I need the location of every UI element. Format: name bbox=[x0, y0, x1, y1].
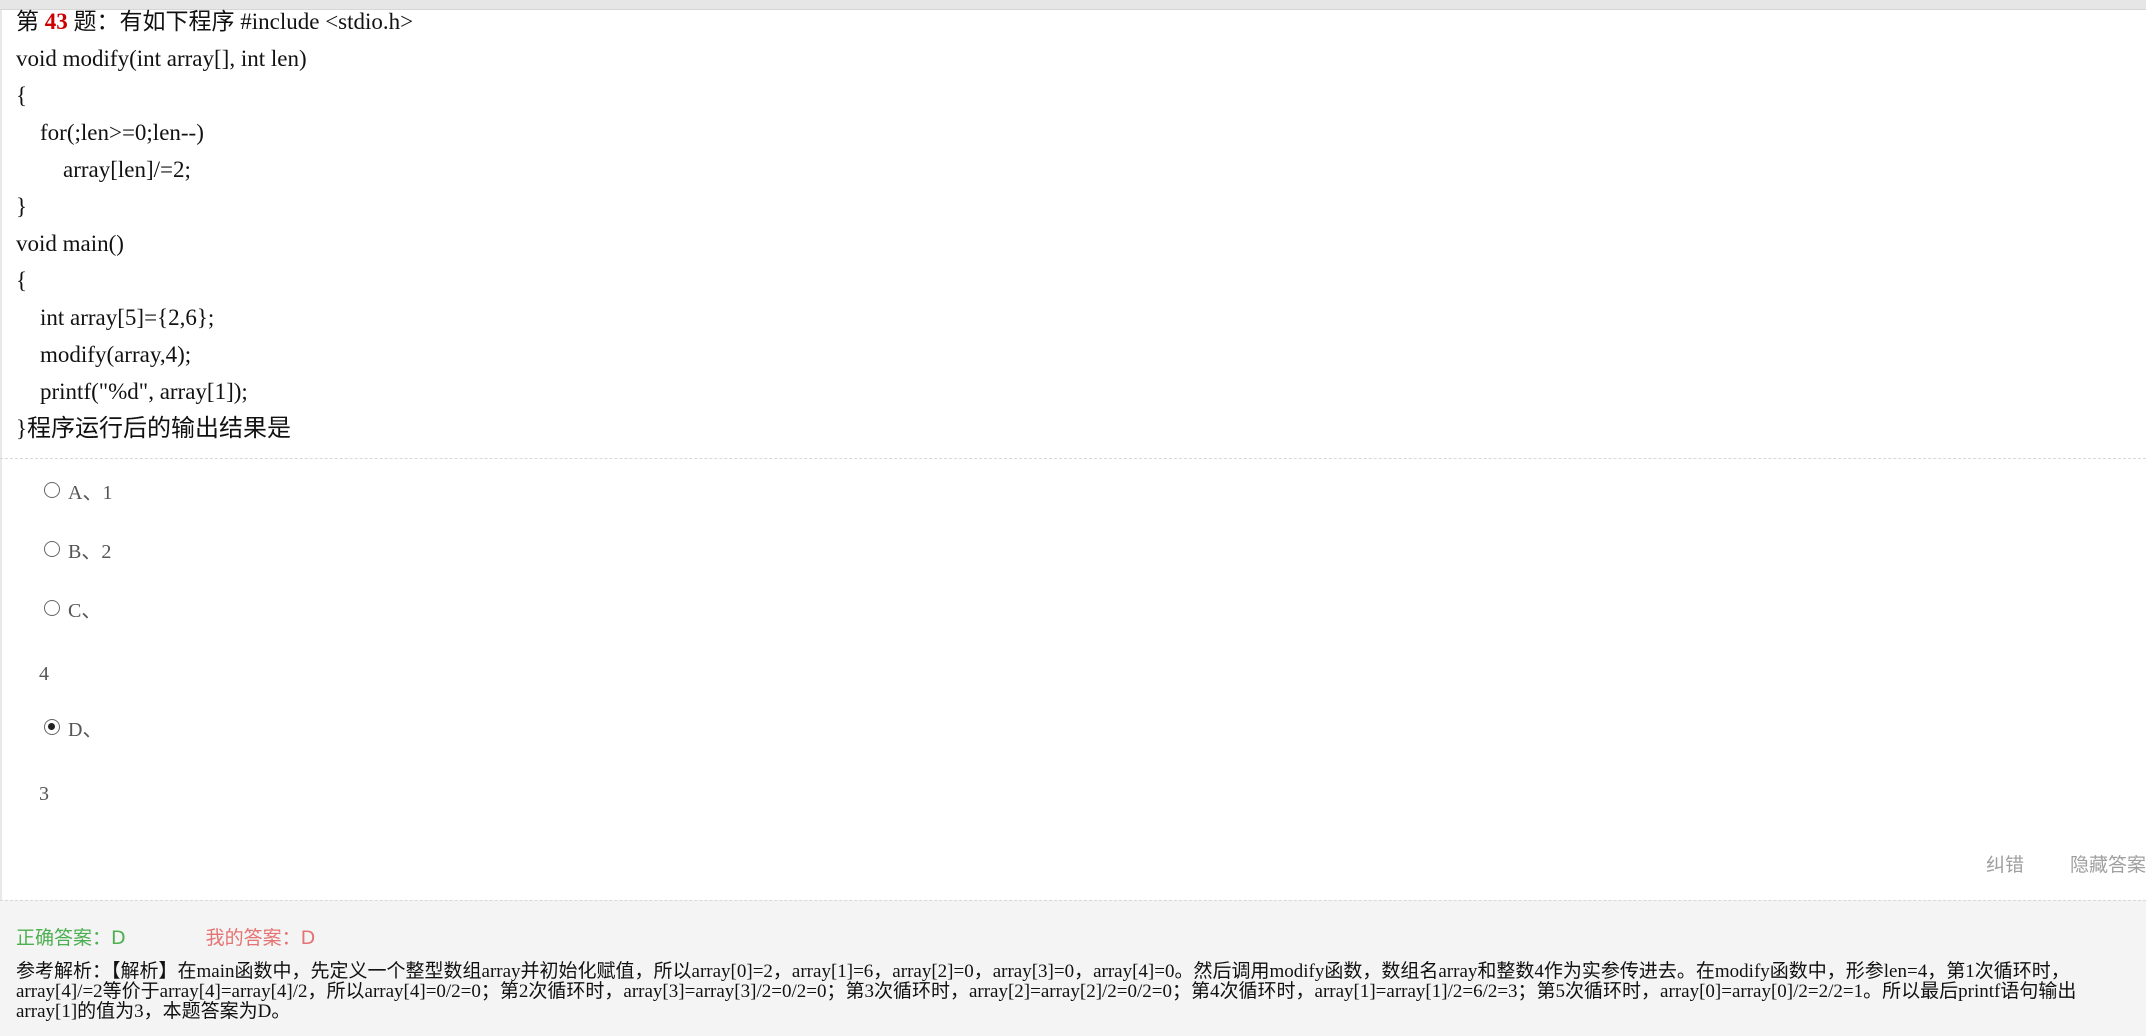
radio-button-b[interactable] bbox=[44, 541, 60, 557]
question-title: 第 43 题：有如下程序 #include <stdio.h> bbox=[16, 3, 2126, 40]
question-intro: 题：有如下程序 #include <stdio.h> bbox=[73, 9, 414, 34]
code-line: array[len]/=2; bbox=[63, 157, 191, 182]
question-prefix: 第 bbox=[16, 9, 39, 34]
answer-panel: 正确答案：D 我的答案：D 参考解析：【解析】在main函数中，先定义一个整型数… bbox=[0, 900, 2146, 1036]
analysis-label: 参考解析： bbox=[16, 960, 112, 982]
code-line: { bbox=[16, 83, 28, 108]
code-line: void modify(int array[], int len) bbox=[16, 46, 307, 71]
code-block: void modify(int array[], int len) { for(;l… bbox=[16, 40, 2126, 410]
code-line: printf("%d", array[1]); bbox=[40, 379, 248, 404]
option-a-label: A、1 bbox=[68, 481, 113, 504]
correct-answer: 正确答案：D bbox=[16, 927, 126, 949]
code-line: { bbox=[16, 268, 28, 293]
radio-button-d-selected[interactable] bbox=[44, 719, 60, 735]
question-stem: 第 43 题：有如下程序 #include <stdio.h> void mod… bbox=[16, 3, 2126, 447]
question-stem-end: }程序运行后的输出结果是 bbox=[16, 410, 2126, 447]
code-line: modify(array,4); bbox=[40, 342, 192, 367]
code-line: for(;len>=0;len--) bbox=[40, 120, 204, 145]
option-c-content: 4 bbox=[39, 663, 49, 685]
code-line: int array[5]={2,6}; bbox=[40, 305, 215, 330]
my-answer: 我的答案：D bbox=[205, 927, 316, 949]
report-error-link[interactable]: 纠错 bbox=[1986, 850, 2024, 877]
hide-answer-link[interactable]: 隐藏答案 bbox=[2070, 850, 2146, 877]
option-c[interactable]: C、 bbox=[44, 593, 101, 623]
option-d-content: 3 bbox=[39, 783, 49, 805]
left-border bbox=[0, 10, 2, 1036]
option-b[interactable]: B、2 bbox=[44, 534, 111, 564]
option-a[interactable]: A、1 bbox=[44, 475, 112, 505]
radio-button-a[interactable] bbox=[44, 482, 60, 498]
answer-actions: 纠错 隐藏答案 bbox=[1940, 850, 2146, 877]
radio-button-c[interactable] bbox=[44, 600, 60, 616]
page: 第 43 题：有如下程序 #include <stdio.h> void mod… bbox=[0, 0, 2146, 1036]
option-d-label: D、 bbox=[68, 718, 103, 741]
code-line: } bbox=[16, 194, 28, 219]
answer-analysis: 参考解析：【解析】在main函数中，先定义一个整型数组array并初始化赋值，所… bbox=[16, 961, 2134, 1022]
stem-divider bbox=[0, 458, 2146, 459]
code-line: void main() bbox=[16, 231, 124, 256]
option-b-label: B、2 bbox=[68, 540, 112, 563]
closing-brace: } bbox=[16, 416, 28, 441]
question-number: 43 bbox=[44, 9, 68, 34]
analysis-text: 【解析】在main函数中，先定义一个整型数组array并初始化赋值，所以arra… bbox=[16, 961, 2077, 1022]
answers-row: 正确答案：D 我的答案：D bbox=[16, 923, 315, 950]
option-d[interactable]: D、 bbox=[44, 712, 102, 742]
option-c-label: C、 bbox=[68, 599, 102, 622]
question-stem-tail: 程序运行后的输出结果是 bbox=[27, 414, 292, 442]
